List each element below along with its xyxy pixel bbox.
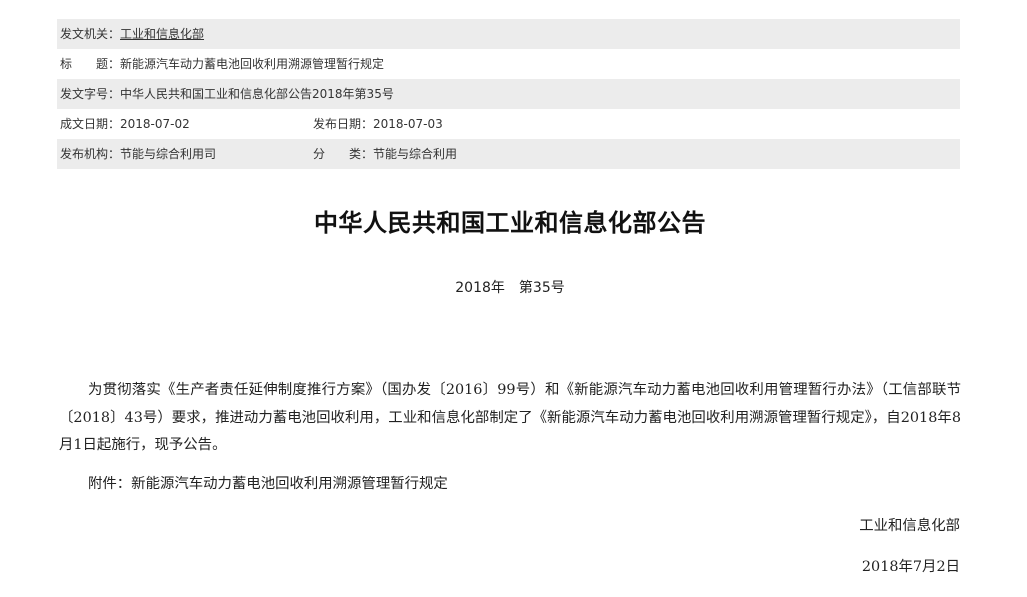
document-signature-date: 2018年7月2日: [861, 559, 960, 575]
meta-label-org: 发布机构：: [60, 147, 121, 161]
meta-cell-title: 标 题： 新能源汽车动力蓄电池回收利用溯源管理暂行规定: [57, 49, 384, 79]
meta-label-created: 成文日期：: [60, 117, 121, 131]
meta-cell-doc-no: 发文字号： 中华人民共和国工业和信息化部公告2018年第35号: [57, 79, 394, 109]
meta-cell-published: 发布日期： 2018-07-03: [313, 109, 443, 139]
document-number-year: 2018年: [455, 280, 505, 296]
meta-value-created: 2018-07-02: [120, 117, 190, 131]
meta-cell-category: 分 类： 节能与综合利用: [313, 139, 457, 169]
meta-row-doc-no: 发文字号： 中华人民共和国工业和信息化部公告2018年第35号: [57, 79, 960, 109]
meta-label-published: 发布日期：: [313, 117, 374, 131]
meta-cell-org: 发布机构： 节能与综合利用司: [57, 139, 313, 169]
document-signature: 工业和信息化部: [859, 518, 960, 534]
document-attachment: 附件：新能源汽车动力蓄电池回收利用溯源管理暂行规定: [88, 476, 448, 492]
meta-label-category: 分 类：: [313, 147, 374, 161]
document-metadata-table: 发文机关： 工业和信息化部 标 题： 新能源汽车动力蓄电池回收利用溯源管理暂行规…: [57, 19, 960, 169]
meta-value-published: 2018-07-03: [373, 117, 443, 131]
meta-label-doc-no: 发文字号：: [60, 87, 121, 101]
meta-row-title: 标 题： 新能源汽车动力蓄电池回收利用溯源管理暂行规定: [57, 49, 960, 79]
meta-value-org: 节能与综合利用司: [120, 147, 217, 161]
meta-row-dates: 成文日期： 2018-07-02 发布日期： 2018-07-03: [57, 109, 960, 139]
meta-value-category: 节能与综合利用: [373, 147, 458, 161]
meta-value-title: 新能源汽车动力蓄电池回收利用溯源管理暂行规定: [120, 57, 385, 71]
meta-label-title: 标 题：: [60, 57, 121, 71]
meta-cell-created: 成文日期： 2018-07-02: [57, 109, 313, 139]
document-number-seq: 第35号: [518, 280, 565, 296]
meta-row-org: 发布机构： 节能与综合利用司 分 类： 节能与综合利用: [57, 139, 960, 169]
document-title: 中华人民共和国工业和信息化部公告: [314, 209, 706, 237]
meta-label-issuer: 发文机关：: [60, 27, 121, 41]
meta-value-doc-no: 中华人民共和国工业和信息化部公告2018年第35号: [120, 87, 394, 101]
meta-value-issuer[interactable]: 工业和信息化部: [120, 19, 204, 49]
document-body-paragraph: 为贯彻落实《生产者责任延伸制度推行方案》（国办发〔2016〕99号）和《新能源汽…: [59, 382, 961, 453]
meta-row-issuer: 发文机关： 工业和信息化部: [57, 19, 960, 49]
meta-cell-issuer: 发文机关： 工业和信息化部: [57, 19, 204, 49]
document-number: 2018年 第35号: [0, 277, 1020, 297]
